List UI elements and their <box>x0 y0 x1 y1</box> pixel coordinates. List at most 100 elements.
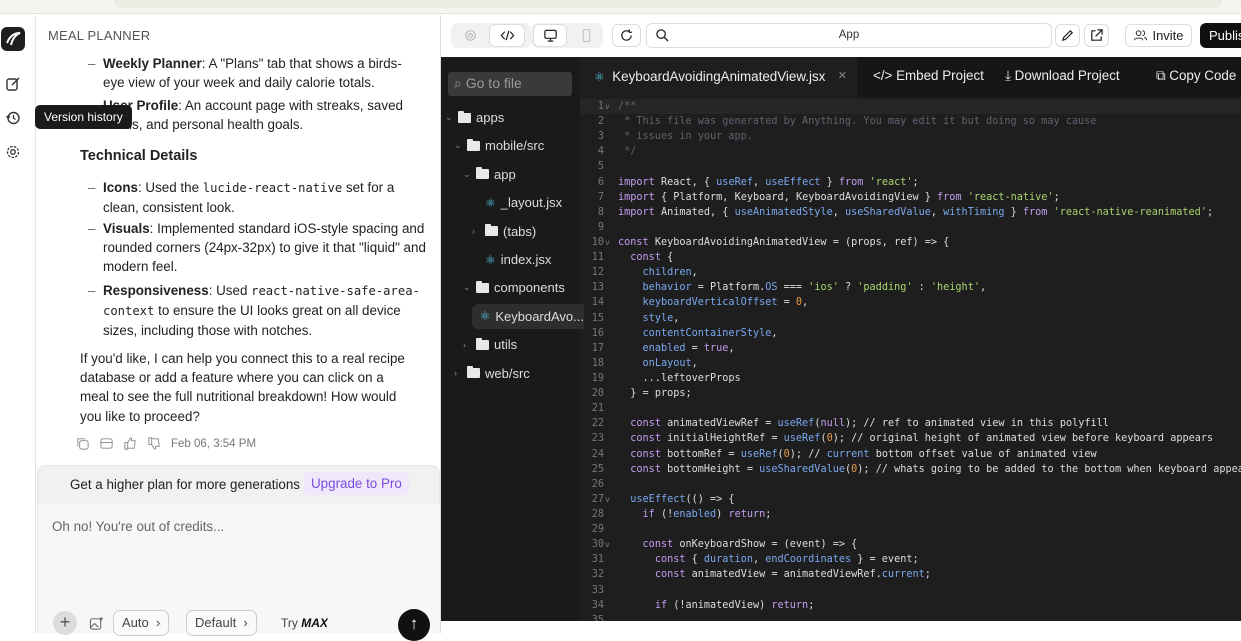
fold-chevron-icon[interactable]: v <box>605 99 610 114</box>
line-number: 7 <box>597 191 604 203</box>
left-rail <box>0 15 36 633</box>
chat-input[interactable]: Oh no! You're out of credits... + Auto ›… <box>37 504 440 641</box>
chevron-down-icon: ⌄ <box>454 140 462 151</box>
line-number: 31 <box>591 554 604 566</box>
tree-folder[interactable]: ⌄ mobile/src <box>454 133 544 158</box>
tree-folder[interactable]: › web/src <box>454 361 530 386</box>
preview-button[interactable] <box>457 24 483 47</box>
code-line: 34 if (!animatedView) return; <box>580 598 1241 613</box>
tree-folder[interactable]: ⌄ apps <box>445 105 504 130</box>
code-line: 14 keyboardVerticalOffset = 0, <box>580 295 1241 310</box>
line-number: 13 <box>591 282 604 294</box>
style-select[interactable]: Default › <box>186 610 257 636</box>
chevron-down-icon: ⌄ <box>445 112 453 122</box>
gear-icon[interactable] <box>5 144 21 160</box>
react-file-icon: ⚛ <box>479 309 491 324</box>
panel-icon[interactable] <box>99 436 114 451</box>
line-number: 24 <box>591 448 604 460</box>
code-line: 9 <box>580 220 1241 235</box>
code-line: 35 <box>580 613 1241 621</box>
tree-folder[interactable]: ⌄ app <box>463 162 516 187</box>
fold-chevron-icon[interactable]: v <box>605 537 610 552</box>
line-number: 5 <box>597 161 604 173</box>
line-number: 3 <box>597 131 604 143</box>
line-number: 6 <box>597 176 604 188</box>
history-icon[interactable] <box>5 110 21 126</box>
thumbs-up-icon[interactable] <box>123 436 138 451</box>
workspace-panel: App Invite Publish ⌕ Go to file ⌄ apps ⌄ mo… <box>440 15 1241 633</box>
fold-chevron-icon[interactable]: v <box>605 235 610 250</box>
list-item: – Weekly Planner: A "Plans" tab that show… <box>88 56 402 91</box>
download-icon: ⤓ <box>1005 68 1011 83</box>
line-number: 8 <box>597 206 604 218</box>
upgrade-to-pro-button[interactable]: Upgrade to Pro <box>304 472 409 495</box>
code-line: 4 */ <box>580 144 1241 159</box>
code-line: 24 const bottomRef = useRef(0); // curre… <box>580 447 1241 462</box>
invite-button[interactable]: Invite <box>1125 24 1192 47</box>
image-upload-icon[interactable] <box>89 616 104 631</box>
code-line: 18 onLayout, <box>580 356 1241 371</box>
download-project-button[interactable]: ⤓ Download Project <box>1005 68 1120 84</box>
tree-label: apps <box>476 110 505 125</box>
tree-label: KeyboardAvo... <box>495 308 584 324</box>
line-number: 32 <box>591 569 604 581</box>
model-select[interactable]: Auto › <box>113 610 170 636</box>
tree-folder[interactable]: ⌄ components <box>463 275 565 300</box>
chevron-right-icon: › <box>463 339 466 350</box>
tree-file[interactable]: ⚛ index.jsx <box>472 247 551 272</box>
code-line: 31 const { duration, endCoordinates } = … <box>580 552 1241 567</box>
copy-icon[interactable] <box>75 436 90 451</box>
code-line: 20 } = props; <box>580 386 1241 401</box>
code-line: 29 <box>580 522 1241 537</box>
code-area[interactable]: 1 v/** 2 * This file was generated by Anyt… <box>580 99 1241 621</box>
editor-tab-bar: ⚛ KeyboardAvoidingAnimatedView.jsx ✕ </> … <box>580 57 1241 97</box>
line-number: 19 <box>591 372 604 384</box>
code-line: 13 behavior = Platform.OS === 'ios' ? 'p… <box>580 280 1241 295</box>
line-number: 27 <box>591 493 604 505</box>
line-number: 1 <box>597 101 604 112</box>
list-item: – Visuals: Implemented standard iOS-style… <box>88 221 426 275</box>
copy-code-button[interactable]: ⧉ Copy Code <box>1156 68 1236 84</box>
project-title: MEAL PLANNER <box>48 28 151 43</box>
tree-file[interactable]: ⚛ _layout.jsx <box>472 190 562 215</box>
open-external-button[interactable] <box>1084 24 1109 47</box>
users-icon <box>1134 30 1148 41</box>
code-line: 23 const initialHeightRef = useRef(0); /… <box>580 431 1241 446</box>
tree-folder[interactable]: › (tabs) <box>472 219 536 244</box>
close-tab-icon[interactable]: ✕ <box>838 69 847 82</box>
code-view-button[interactable] <box>489 24 525 47</box>
tree-label: components <box>494 280 565 296</box>
go-to-file-input[interactable]: ⌕ Go to file <box>448 72 572 96</box>
folder-icon <box>476 337 489 350</box>
code-line: 10 v const KeyboardAvoidingAnimatedView = … <box>580 235 1241 250</box>
mobile-view-button[interactable] <box>573 24 599 47</box>
app-logo[interactable] <box>1 27 25 51</box>
browser-top-strip <box>0 0 1241 14</box>
tree-label: mobile/src <box>485 138 545 154</box>
desktop-view-button[interactable] <box>533 24 567 47</box>
list-item: –User Profile: An account page with stre… <box>88 98 403 133</box>
version-history-tooltip: Version history <box>35 105 132 129</box>
embed-project-button[interactable]: </> Embed Project <box>873 68 984 83</box>
edit-url-button[interactable] <box>1055 24 1080 47</box>
monitor-icon <box>543 29 557 42</box>
tree-file[interactable]: ⚛ KeyboardAvo... <box>472 303 584 329</box>
edit-icon[interactable] <box>5 76 21 92</box>
add-attachment-button[interactable]: + <box>53 611 77 635</box>
file-tab[interactable]: ⚛ KeyboardAvoidingAnimatedView.jsx ✕ <box>580 57 857 97</box>
publish-button[interactable]: Publish <box>1200 23 1241 48</box>
list-item: – Responsiveness: Used react-native-safe-… <box>88 283 420 339</box>
code-line: 22 const animatedViewRef = useRef(null);… <box>580 416 1241 431</box>
code-line: 8 import Animated, { useAnimatedStyle, us… <box>580 205 1241 220</box>
eye-icon <box>464 30 476 41</box>
line-number: 12 <box>591 267 604 279</box>
send-button[interactable]: ↑ <box>398 609 430 641</box>
refresh-button[interactable] <box>612 24 641 47</box>
fold-chevron-icon[interactable]: v <box>605 492 610 507</box>
line-number: 20 <box>591 388 604 400</box>
try-max-link[interactable]: Try MAX <box>281 616 328 630</box>
tree-folder[interactable]: › utils <box>463 332 517 357</box>
chevron-down-icon: ⌄ <box>463 282 471 293</box>
url-bar[interactable]: App <box>646 23 1052 48</box>
thumbs-down-icon[interactable] <box>147 436 162 451</box>
